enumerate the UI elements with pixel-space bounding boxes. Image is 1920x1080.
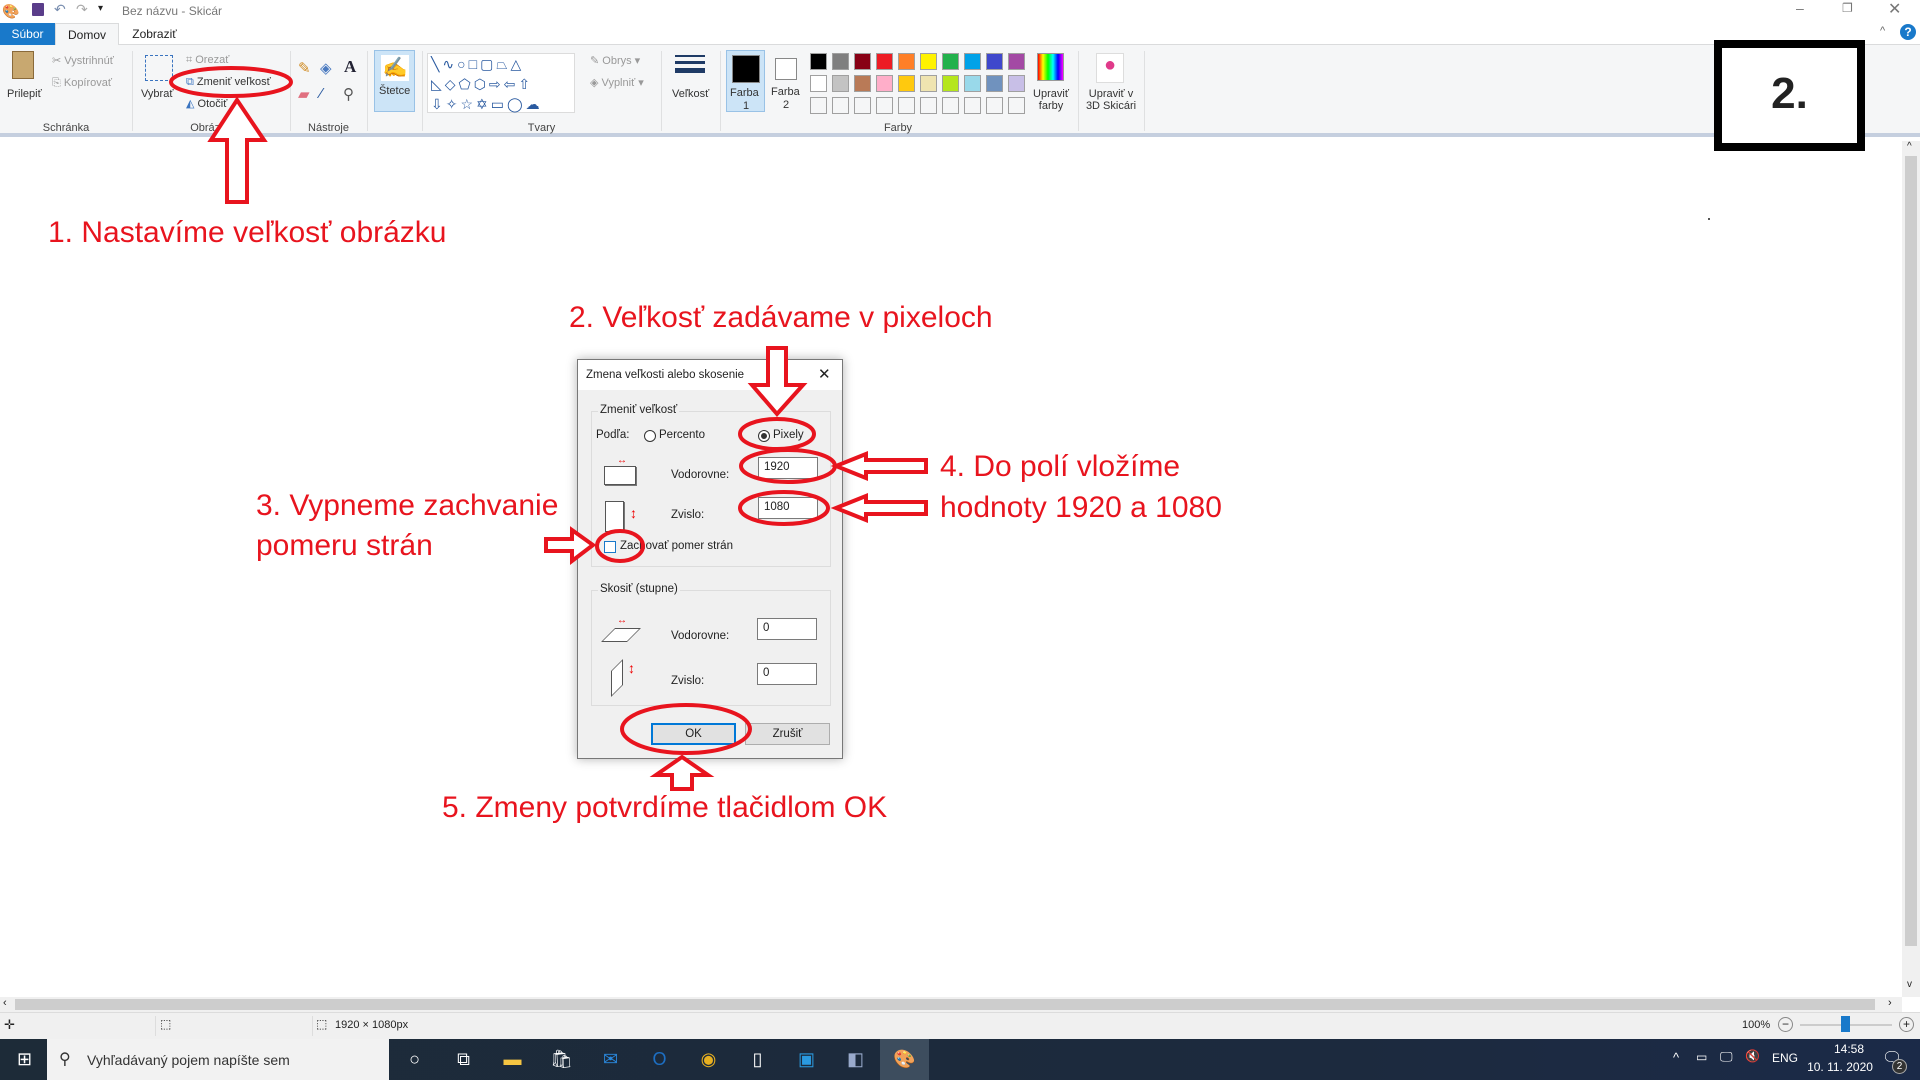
annotation-step-1: 1. Nastavíme veľkosť obrázku bbox=[48, 216, 447, 249]
arrow-up-icon bbox=[207, 96, 268, 204]
arrow-left-icon bbox=[830, 493, 928, 523]
arrow-right-icon bbox=[544, 526, 597, 566]
annotation-step-3-line2: pomeru strán bbox=[256, 529, 433, 562]
resize-button-highlight bbox=[169, 66, 293, 98]
pixels-highlight bbox=[738, 417, 816, 451]
arrow-left-icon bbox=[830, 451, 928, 481]
width-input-highlight bbox=[739, 448, 837, 484]
height-input-highlight bbox=[738, 490, 830, 526]
annotation-step-4-line1: 4. Do polí vložíme bbox=[940, 450, 1181, 483]
arrow-up-icon bbox=[649, 754, 715, 791]
keep-ratio-highlight bbox=[595, 529, 645, 563]
ok-button-highlight bbox=[620, 703, 752, 755]
annotation-step-3-line1: 3. Vypneme zachvanie bbox=[256, 489, 559, 522]
arrow-down-icon bbox=[747, 346, 808, 418]
annotation-step-5: 5. Zmeny potvrdíme tlačidlom OK bbox=[442, 791, 888, 824]
annotation-step-2: 2. Veľkosť zadávame v pixeloch bbox=[569, 301, 993, 334]
annotation-step-4-line2: hodnoty 1920 a 1080 bbox=[940, 491, 1222, 524]
